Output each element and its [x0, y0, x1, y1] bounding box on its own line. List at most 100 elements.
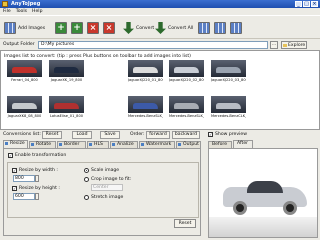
- toolbar: Add Images + + × × Convert Convert All: [0, 15, 320, 39]
- list-item[interactable]: JaguarXJ220_03_800: [211, 60, 246, 82]
- thumbnail-image: [211, 96, 246, 113]
- explore-button[interactable]: Explore: [281, 41, 307, 49]
- list-item[interactable]: Mercedes-BenzSLK_01...: [169, 96, 204, 118]
- conversions-controls: Conversions list: Reset Load Save Order:…: [0, 130, 320, 140]
- tab-resize[interactable]: Resize: [3, 140, 28, 148]
- images-icon: [4, 22, 16, 34]
- add-images-button[interactable]: Add Images: [4, 20, 45, 36]
- menu-tools[interactable]: Tools: [16, 8, 27, 15]
- browse-button[interactable]: ...: [270, 41, 278, 49]
- title-bar: AnyToJpeg _ □ ×: [0, 0, 320, 8]
- conversions-label: Conversions list:: [3, 132, 41, 137]
- preview-floor: [209, 217, 317, 237]
- list-item[interactable]: Mercedes-BenzCLK_01_800: [211, 96, 246, 118]
- view-details-button[interactable]: [230, 20, 242, 36]
- plus-icon: +: [55, 22, 67, 34]
- list-item[interactable]: Ferrari_04_800: [7, 60, 42, 82]
- plus-folder-icon: +: [71, 22, 83, 34]
- add-subfolder-button[interactable]: +: [71, 20, 83, 36]
- tab-border-label: Border: [64, 142, 80, 147]
- remove-all-icon: ×: [103, 22, 115, 34]
- tab-after[interactable]: After: [233, 140, 253, 148]
- thumbnail-caption: Mercedes-BenzSLK_32...: [128, 114, 163, 118]
- tab-rotate[interactable]: Rotate: [29, 141, 56, 148]
- tab-watermark-label: Watermark: [146, 142, 172, 147]
- show-preview-checkbox[interactable]: ✓: [208, 132, 213, 137]
- output-folder-field[interactable]: D:\My pictures: [38, 41, 268, 49]
- resize-by-height-label: Resize by height :: [19, 186, 60, 191]
- car-wheel: [283, 201, 297, 215]
- tab-output-label: Output: [183, 142, 199, 147]
- reset-resize-button[interactable]: Reset: [174, 219, 196, 228]
- tab-analize[interactable]: Analize: [110, 141, 138, 148]
- enable-transformation-checkbox[interactable]: ✓: [8, 153, 13, 158]
- menu-file[interactable]: File: [3, 8, 11, 15]
- down-arrow-all-icon: [155, 22, 166, 34]
- resize-by-width-checkbox[interactable]: ✓: [12, 168, 17, 173]
- thumbnail-caption: Mercedes-BenzSLK_01...: [169, 114, 204, 118]
- forward-button[interactable]: forward: [146, 131, 170, 139]
- close-button[interactable]: ×: [311, 1, 318, 7]
- reset-list-button[interactable]: Reset: [42, 131, 62, 139]
- tab-rotate-label: Rotate: [36, 142, 52, 147]
- convert-label: Convert: [136, 25, 155, 31]
- thumbnail-caption: JaguarXJ220_01_800: [128, 78, 163, 82]
- tab-watermark[interactable]: Watermark: [139, 141, 175, 148]
- images-list[interactable]: Images list to convert: (tip : press Plu…: [0, 50, 320, 130]
- folder-icon: [283, 43, 287, 47]
- menu-help[interactable]: Help: [32, 8, 42, 15]
- height-spinner[interactable]: [35, 193, 39, 200]
- tab-before[interactable]: Before: [208, 141, 232, 148]
- tab-border[interactable]: Border: [57, 141, 86, 148]
- list-item[interactable]: LotusElise_01_800: [49, 96, 84, 118]
- view-list-button[interactable]: [198, 20, 210, 36]
- down-arrow-icon: [123, 22, 134, 34]
- thumbnail-image: [49, 60, 84, 77]
- height-input[interactable]: 600: [13, 193, 35, 200]
- crop-position-select[interactable]: Center: [91, 184, 123, 191]
- tab-hls[interactable]: HLS: [87, 141, 109, 148]
- thumbnail-image: [128, 60, 163, 77]
- thumbnail-caption: JaguarXK8_08_800: [7, 114, 42, 118]
- save-button[interactable]: Save: [100, 131, 120, 139]
- resize-by-width-label: Resize by width :: [19, 168, 58, 173]
- stretch-image-radio[interactable]: [84, 195, 89, 200]
- tab-resize-label: Resize: [10, 141, 25, 146]
- crop-image-radio[interactable]: [84, 177, 89, 182]
- thumbnail-caption: Ferrari_04_800: [11, 78, 38, 82]
- watermark-icon: [141, 143, 144, 146]
- view-thumbs-button[interactable]: [214, 20, 226, 36]
- list-item[interactable]: JaguarXJ220_02_800: [169, 60, 204, 82]
- width-spinner[interactable]: [35, 175, 39, 182]
- thumbnail-image: [128, 96, 163, 113]
- thumbnail-image: [7, 60, 42, 77]
- scale-image-radio[interactable]: [84, 168, 89, 173]
- thumbnail-image: [7, 96, 42, 113]
- list-item[interactable]: JaguarXK8_08_800: [7, 96, 42, 118]
- add-folder-button[interactable]: +: [55, 20, 67, 36]
- resize-by-height-checkbox[interactable]: ✓: [12, 186, 17, 191]
- list-item[interactable]: JaguarXK_19_800: [49, 60, 84, 82]
- app-window: AnyToJpeg _ □ × File Tools Help Add Imag…: [0, 0, 320, 240]
- convert-all-button[interactable]: Convert All: [155, 20, 193, 36]
- border-icon: [59, 143, 62, 146]
- explore-label: Explore: [288, 42, 306, 48]
- minimize-button[interactable]: _: [295, 1, 302, 7]
- output-folder-label: Output Folder: [3, 42, 35, 47]
- tab-output[interactable]: Output: [176, 141, 201, 148]
- list-item[interactable]: Mercedes-BenzSLK_32...: [128, 96, 163, 118]
- maximize-button[interactable]: □: [303, 1, 310, 7]
- width-input[interactable]: 800: [13, 175, 35, 182]
- load-button[interactable]: Load: [72, 131, 92, 139]
- convert-all-label: Convert All: [168, 25, 194, 31]
- preview-car: [223, 179, 307, 215]
- analize-icon: [112, 143, 115, 146]
- remove-all-button[interactable]: ×: [103, 20, 115, 36]
- convert-button[interactable]: Convert: [123, 20, 154, 36]
- list-item[interactable]: JaguarXJ220_01_800: [128, 60, 163, 82]
- resize-panel: ✓ Enable transformation ✓ Resize by widt…: [3, 148, 201, 236]
- crop-image-label: Crop image to fit:: [91, 177, 132, 182]
- backward-button[interactable]: backward: [172, 131, 200, 139]
- menu-bar: File Tools Help: [0, 8, 320, 15]
- remove-button[interactable]: ×: [87, 20, 99, 36]
